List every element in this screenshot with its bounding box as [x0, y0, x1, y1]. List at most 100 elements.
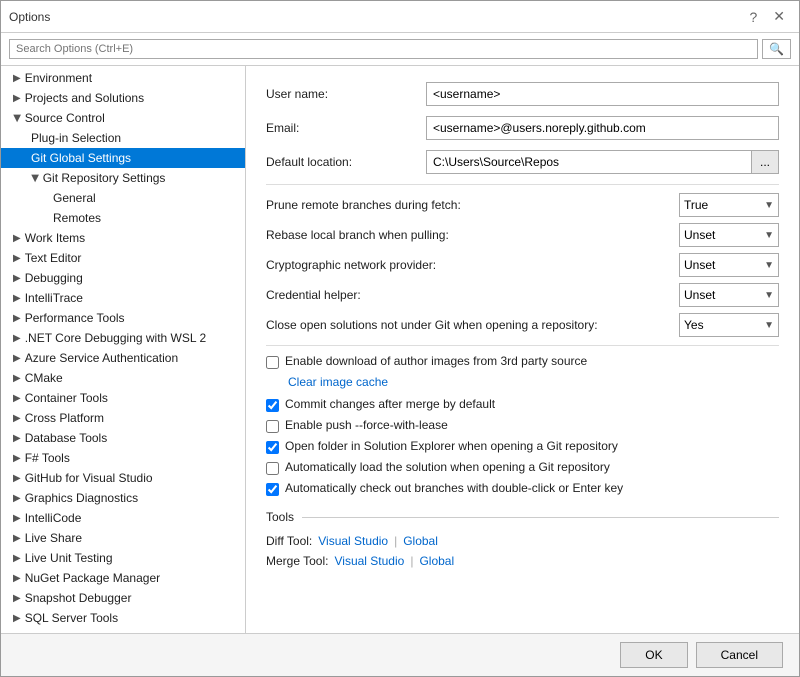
arrow-icon: ▶	[13, 313, 21, 324]
open-folder-label: Open folder in Solution Explorer when op…	[285, 439, 618, 453]
sidebar-item-remotes[interactable]: Remotes	[1, 208, 245, 228]
tools-section-header: Tools	[266, 510, 779, 524]
diff-tool-vs-link[interactable]: Visual Studio	[318, 534, 388, 548]
sidebar-item-label: Plug-in Selection	[31, 131, 121, 145]
credential-dropdown[interactable]: Unset ▼	[679, 283, 779, 307]
sidebar-item-environment[interactable]: ▶ Environment	[1, 68, 245, 88]
titlebar: Options ? ✕	[1, 1, 799, 33]
diff-tool-global-link[interactable]: Global	[403, 534, 438, 548]
sidebar-item-cross-platform[interactable]: ▶ Cross Platform	[1, 408, 245, 428]
sidebar-item-fsharp-tools[interactable]: ▶ F# Tools	[1, 448, 245, 468]
arrow-icon: ▶	[13, 473, 21, 484]
merge-tool-label: Merge Tool:	[266, 554, 328, 568]
close-open-value: Yes	[684, 318, 704, 332]
sidebar-item-snapshot-debugger[interactable]: ▶ Snapshot Debugger	[1, 588, 245, 608]
auto-load-label: Automatically load the solution when ope…	[285, 460, 610, 474]
author-images-checkbox[interactable]	[266, 356, 279, 369]
sidebar-item-debugging[interactable]: ▶ Debugging	[1, 268, 245, 288]
sidebar-item-live-unit-testing[interactable]: ▶ Live Unit Testing	[1, 548, 245, 568]
prune-label: Prune remote branches during fetch:	[266, 198, 679, 212]
sidebar-item-source-control[interactable]: ▶ Source Control	[1, 108, 245, 128]
arrow-icon: ▶	[13, 253, 21, 264]
sidebar-item-label: Database Tools	[25, 431, 108, 445]
rebase-row: Rebase local branch when pulling: Unset …	[266, 223, 779, 247]
sidebar-item-label: IntelliTrace	[25, 291, 83, 305]
enable-push-row: Enable push --force-with-lease	[266, 418, 779, 433]
sidebar-item-label: Git Repository Settings	[43, 171, 166, 185]
arrow-icon: ▶	[13, 333, 21, 344]
enable-push-label: Enable push --force-with-lease	[285, 418, 448, 432]
rebase-value: Unset	[684, 228, 715, 242]
email-label: Email:	[266, 121, 426, 135]
arrow-icon: ▶	[13, 573, 21, 584]
credential-label: Credential helper:	[266, 288, 679, 302]
help-button[interactable]: ?	[743, 6, 763, 27]
rebase-dropdown[interactable]: Unset ▼	[679, 223, 779, 247]
sidebar-item-github-vs[interactable]: ▶ GitHub for Visual Studio	[1, 468, 245, 488]
sidebar-item-label: IntelliCode	[25, 511, 82, 525]
clear-cache-link[interactable]: Clear image cache	[288, 375, 388, 389]
cancel-button[interactable]: Cancel	[696, 642, 783, 668]
enable-push-checkbox[interactable]	[266, 420, 279, 433]
auto-load-checkbox[interactable]	[266, 462, 279, 475]
username-input[interactable]	[426, 82, 779, 106]
dropdown-arrow-icon: ▼	[764, 290, 774, 301]
sidebar-item-nuget-package-manager[interactable]: ▶ NuGet Package Manager	[1, 568, 245, 588]
close-open-dropdown[interactable]: Yes ▼	[679, 313, 779, 337]
close-button[interactable]: ✕	[767, 6, 791, 27]
sidebar-item-label: Git Global Settings	[31, 151, 131, 165]
email-input[interactable]	[426, 116, 779, 140]
sidebar-item-cmake[interactable]: ▶ CMake	[1, 368, 245, 388]
sidebar-item-label: Performance Tools	[25, 311, 125, 325]
arrow-icon: ▶	[13, 593, 21, 604]
prune-dropdown[interactable]: True ▼	[679, 193, 779, 217]
sidebar-item-text-editor[interactable]: ▶ Text Editor	[1, 248, 245, 268]
sidebar-item-live-share[interactable]: ▶ Live Share	[1, 528, 245, 548]
arrow-icon: ▶	[13, 413, 21, 424]
auto-checkout-checkbox[interactable]	[266, 483, 279, 496]
sidebar-item-label: Live Unit Testing	[25, 551, 113, 565]
sidebar-item-label: Debugging	[25, 271, 83, 285]
sidebar-item-sql-server-tools[interactable]: ▶ SQL Server Tools	[1, 608, 245, 628]
sidebar-item-plugin-selection[interactable]: Plug-in Selection	[1, 128, 245, 148]
sidebar-item-database-tools[interactable]: ▶ Database Tools	[1, 428, 245, 448]
ok-button[interactable]: OK	[620, 642, 687, 668]
sidebar-item-container-tools[interactable]: ▶ Container Tools	[1, 388, 245, 408]
sidebar-item-label: Remotes	[53, 211, 101, 225]
sidebar-item-git-repository-settings[interactable]: ▶ Git Repository Settings	[1, 168, 245, 188]
search-input[interactable]	[9, 39, 758, 59]
arrow-icon: ▶	[13, 533, 21, 544]
sidebar-item-azure-service-auth[interactable]: ▶ Azure Service Authentication	[1, 348, 245, 368]
sidebar-item-graphics-diagnostics[interactable]: ▶ Graphics Diagnostics	[1, 488, 245, 508]
dialog-footer: OK Cancel	[1, 633, 799, 676]
browse-button[interactable]: ...	[752, 150, 779, 174]
sidebar-item-label: Snapshot Debugger	[25, 591, 132, 605]
arrow-icon: ▶	[13, 433, 21, 444]
sidebar-item-intellicode[interactable]: ▶ IntelliCode	[1, 508, 245, 528]
default-location-input[interactable]	[426, 150, 752, 174]
arrow-icon: ▶	[29, 174, 40, 182]
search-button[interactable]: 🔍	[762, 39, 791, 59]
clear-cache-row: Clear image cache	[288, 375, 779, 389]
sidebar-item-general[interactable]: General	[1, 188, 245, 208]
diff-tool-label: Diff Tool:	[266, 534, 312, 548]
arrow-icon: ▶	[13, 453, 21, 464]
arrow-icon: ▶	[13, 93, 21, 104]
sidebar-item-net-core-debugging[interactable]: ▶ .NET Core Debugging with WSL 2	[1, 328, 245, 348]
sidebar-item-work-items[interactable]: ▶ Work Items	[1, 228, 245, 248]
merge-tool-vs-link[interactable]: Visual Studio	[334, 554, 404, 568]
commit-changes-checkbox[interactable]	[266, 399, 279, 412]
dropdown-arrow-icon: ▼	[764, 260, 774, 271]
sidebar-item-projects-solutions[interactable]: ▶ Projects and Solutions	[1, 88, 245, 108]
diff-tool-row: Diff Tool: Visual Studio | Global	[266, 534, 779, 548]
crypto-dropdown[interactable]: Unset ▼	[679, 253, 779, 277]
sidebar-item-performance-tools[interactable]: ▶ Performance Tools	[1, 308, 245, 328]
sidebar-item-intellitrace[interactable]: ▶ IntelliTrace	[1, 288, 245, 308]
sidebar-item-git-global-settings[interactable]: Git Global Settings	[1, 148, 245, 168]
merge-tool-global-link[interactable]: Global	[419, 554, 454, 568]
sidebar-item-label: Work Items	[25, 231, 85, 245]
sidebar-item-label: General	[53, 191, 96, 205]
close-open-row: Close open solutions not under Git when …	[266, 313, 779, 337]
close-open-label: Close open solutions not under Git when …	[266, 318, 679, 332]
open-folder-checkbox[interactable]	[266, 441, 279, 454]
